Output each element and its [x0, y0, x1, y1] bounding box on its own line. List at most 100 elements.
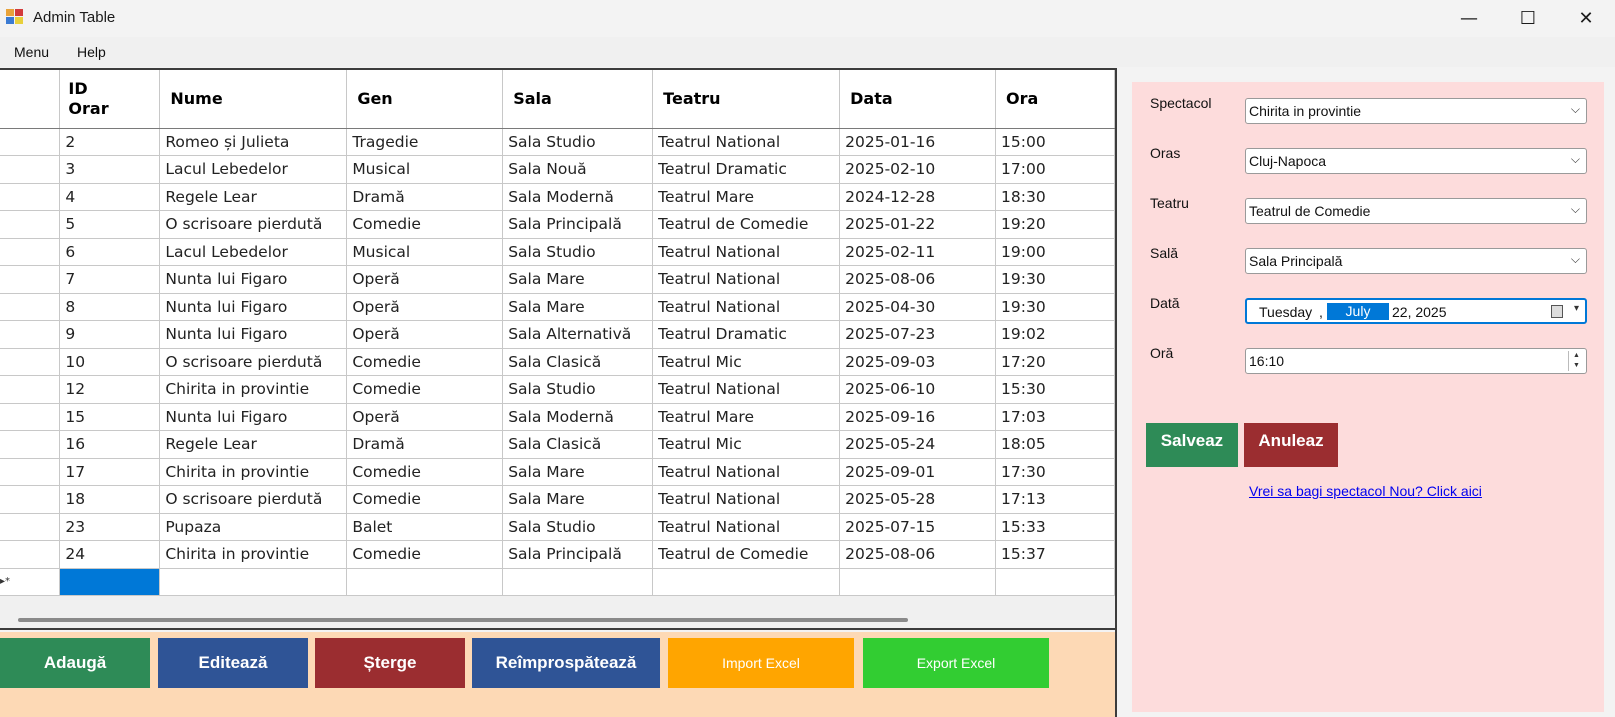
cell-gen[interactable]: Balet: [346, 513, 504, 541]
cell-ora[interactable]: 17:03: [995, 403, 1115, 431]
adauga-button[interactable]: Adaugă: [0, 638, 150, 688]
cell-teatru[interactable]: Teatrul National: [652, 485, 841, 514]
horizontal-scrollbar[interactable]: [18, 618, 908, 622]
column-header-gen[interactable]: Gen: [346, 70, 504, 129]
cell-teatru[interactable]: Teatrul Mare: [652, 183, 841, 211]
cell-sala[interactable]: Sala Principală: [502, 540, 654, 569]
maximize-button[interactable]: ☐: [1499, 0, 1557, 37]
cell-gen[interactable]: Operă: [346, 320, 504, 349]
cell-data[interactable]: 2025-09-01: [839, 458, 997, 486]
cell-data[interactable]: 2025-08-06: [839, 265, 997, 294]
cell-gen[interactable]: Comedie: [346, 348, 504, 376]
cell-ora[interactable]: 19:02: [995, 320, 1115, 349]
cell-nume[interactable]: Nunta lui Figaro: [159, 320, 348, 349]
spin-down-icon[interactable]: ▼: [1569, 361, 1584, 371]
cell-sala[interactable]: Sala Nouă: [502, 155, 654, 184]
cell-ora[interactable]: 15:30: [995, 375, 1115, 404]
cell-id[interactable]: 7: [59, 265, 161, 294]
table-row[interactable]: 18 O scrisoare pierdută Comedie Sala Mare Te…: [0, 485, 1115, 514]
spectacol-combo[interactable]: Chirita in provintie ⌵: [1245, 98, 1587, 124]
table-row[interactable]: 24 Chirita in provintie Comedie Sala Princi…: [0, 540, 1115, 569]
cell-gen[interactable]: Comedie: [346, 485, 504, 514]
cell-gen[interactable]: Operă: [346, 403, 504, 431]
cell-teatru[interactable]: Teatrul National: [652, 128, 841, 156]
cell-teatru[interactable]: Teatrul National: [652, 293, 841, 321]
row-header[interactable]: [0, 238, 61, 266]
table-row[interactable]: 5O scrisoare pierdută Comedie Sala Princip…: [0, 210, 1115, 239]
sterge-button[interactable]: Șterge: [315, 638, 465, 688]
cell-ora[interactable]: 17:20: [995, 348, 1115, 376]
row-header[interactable]: [0, 210, 61, 239]
cell-id[interactable]: 17: [59, 458, 161, 486]
cell-ora[interactable]: 18:30: [995, 183, 1115, 211]
row-header[interactable]: [0, 375, 61, 404]
add-spectacol-link[interactable]: Vrei sa bagi spectacol Nou? Click aici: [1249, 483, 1482, 499]
cell-ora[interactable]: 19:00: [995, 238, 1115, 266]
ora-value[interactable]: 16:10: [1249, 353, 1284, 369]
cell-ora[interactable]: 18:05: [995, 430, 1115, 459]
cell-nume[interactable]: Pupaza: [159, 513, 348, 541]
menu-item-help[interactable]: Help: [77, 44, 106, 60]
cell-data[interactable]: 2024-12-28: [839, 183, 997, 211]
cell-teatru[interactable]: Teatrul National: [652, 238, 841, 266]
cell-teatru[interactable]: Teatrul Dramatic: [652, 155, 841, 184]
row-header[interactable]: [0, 485, 61, 514]
cell-nume[interactable]: O scrisoare pierdută: [159, 485, 348, 514]
cell-ora[interactable]: 15:37: [995, 540, 1115, 569]
cell-nume[interactable]: Lacul Lebedelor: [159, 238, 348, 266]
cell-data[interactable]: 2025-07-23: [839, 320, 997, 349]
cell-nume[interactable]: Regele Lear: [159, 430, 348, 459]
cell-gen[interactable]: Musical: [346, 238, 504, 266]
cell-sala[interactable]: Sala Studio: [502, 238, 654, 266]
minimize-button[interactable]: —: [1440, 0, 1498, 37]
cell-ora[interactable]: 17:00: [995, 155, 1115, 184]
cell-gen[interactable]: Tragedie: [346, 128, 504, 156]
cell-gen[interactable]: Comedie: [346, 540, 504, 569]
cell-nume[interactable]: Nunta lui Figaro: [159, 403, 348, 431]
import-excel-button[interactable]: Import Excel: [668, 638, 854, 688]
row-header[interactable]: [0, 155, 61, 184]
cell-sala[interactable]: Sala Mare: [502, 485, 654, 514]
cell-teatru[interactable]: Teatrul Mic: [652, 348, 841, 376]
cell-sala[interactable]: Sala Principală: [502, 210, 654, 239]
close-button[interactable]: ✕: [1557, 0, 1615, 37]
row-header[interactable]: [0, 183, 61, 211]
cell-ora[interactable]: 17:13: [995, 485, 1115, 514]
cell-sala[interactable]: Sala Studio: [502, 513, 654, 541]
oras-combo[interactable]: Cluj-Napoca ⌵: [1245, 148, 1587, 174]
spin-updown-icon[interactable]: ▲ ▼: [1568, 351, 1584, 371]
table-row[interactable]: 10 O scrisoare pierdută Comedie Sala Clasic…: [0, 348, 1115, 376]
cell-id[interactable]: 24: [59, 540, 161, 569]
cell-data[interactable]: 2025-01-22: [839, 210, 997, 239]
cell-id[interactable]: 4: [59, 183, 161, 211]
cell-nume[interactable]: O scrisoare pierdută: [159, 348, 348, 376]
cell-ora[interactable]: 17:30: [995, 458, 1115, 486]
cell-nume[interactable]: Chirita in provintie: [159, 458, 348, 486]
cell-teatru[interactable]: Teatrul National: [652, 513, 841, 541]
export-excel-button[interactable]: Export Excel: [863, 638, 1049, 688]
column-header-id[interactable]: ID Orar: [59, 70, 161, 129]
cell-teatru[interactable]: Teatrul Dramatic: [652, 320, 841, 349]
cell-teatru[interactable]: Teatrul National: [652, 265, 841, 294]
cell-id[interactable]: 8: [59, 293, 161, 321]
data-grid[interactable]: ID Orar Nume Gen Sala Teatru Data Ora 2R…: [0, 68, 1117, 630]
date-picker[interactable]: Tuesday , July 22, 2025 ▾: [1245, 298, 1587, 324]
new-cell-teatru[interactable]: [652, 568, 841, 596]
salveaza-button[interactable]: Salveaz: [1146, 423, 1238, 467]
cell-data[interactable]: 2025-05-28: [839, 485, 997, 514]
row-header[interactable]: [0, 128, 61, 156]
cell-nume[interactable]: Romeo și Julieta: [159, 128, 348, 156]
cell-sala[interactable]: Sala Alternativă: [502, 320, 654, 349]
column-header-sala[interactable]: Sala: [502, 70, 654, 129]
cell-sala[interactable]: Sala Studio: [502, 375, 654, 404]
new-cell-sala[interactable]: [502, 568, 654, 596]
cell-gen[interactable]: Comedie: [346, 375, 504, 404]
cell-id[interactable]: 10: [59, 348, 161, 376]
cell-nume[interactable]: Chirita in provintie: [159, 375, 348, 404]
cell-id[interactable]: 3: [59, 155, 161, 184]
cell-id[interactable]: 2: [59, 128, 161, 156]
new-cell-gen[interactable]: [346, 568, 504, 596]
cell-id[interactable]: 12: [59, 375, 161, 404]
row-header[interactable]: [0, 265, 61, 294]
column-header-teatru[interactable]: Teatru: [652, 70, 841, 129]
